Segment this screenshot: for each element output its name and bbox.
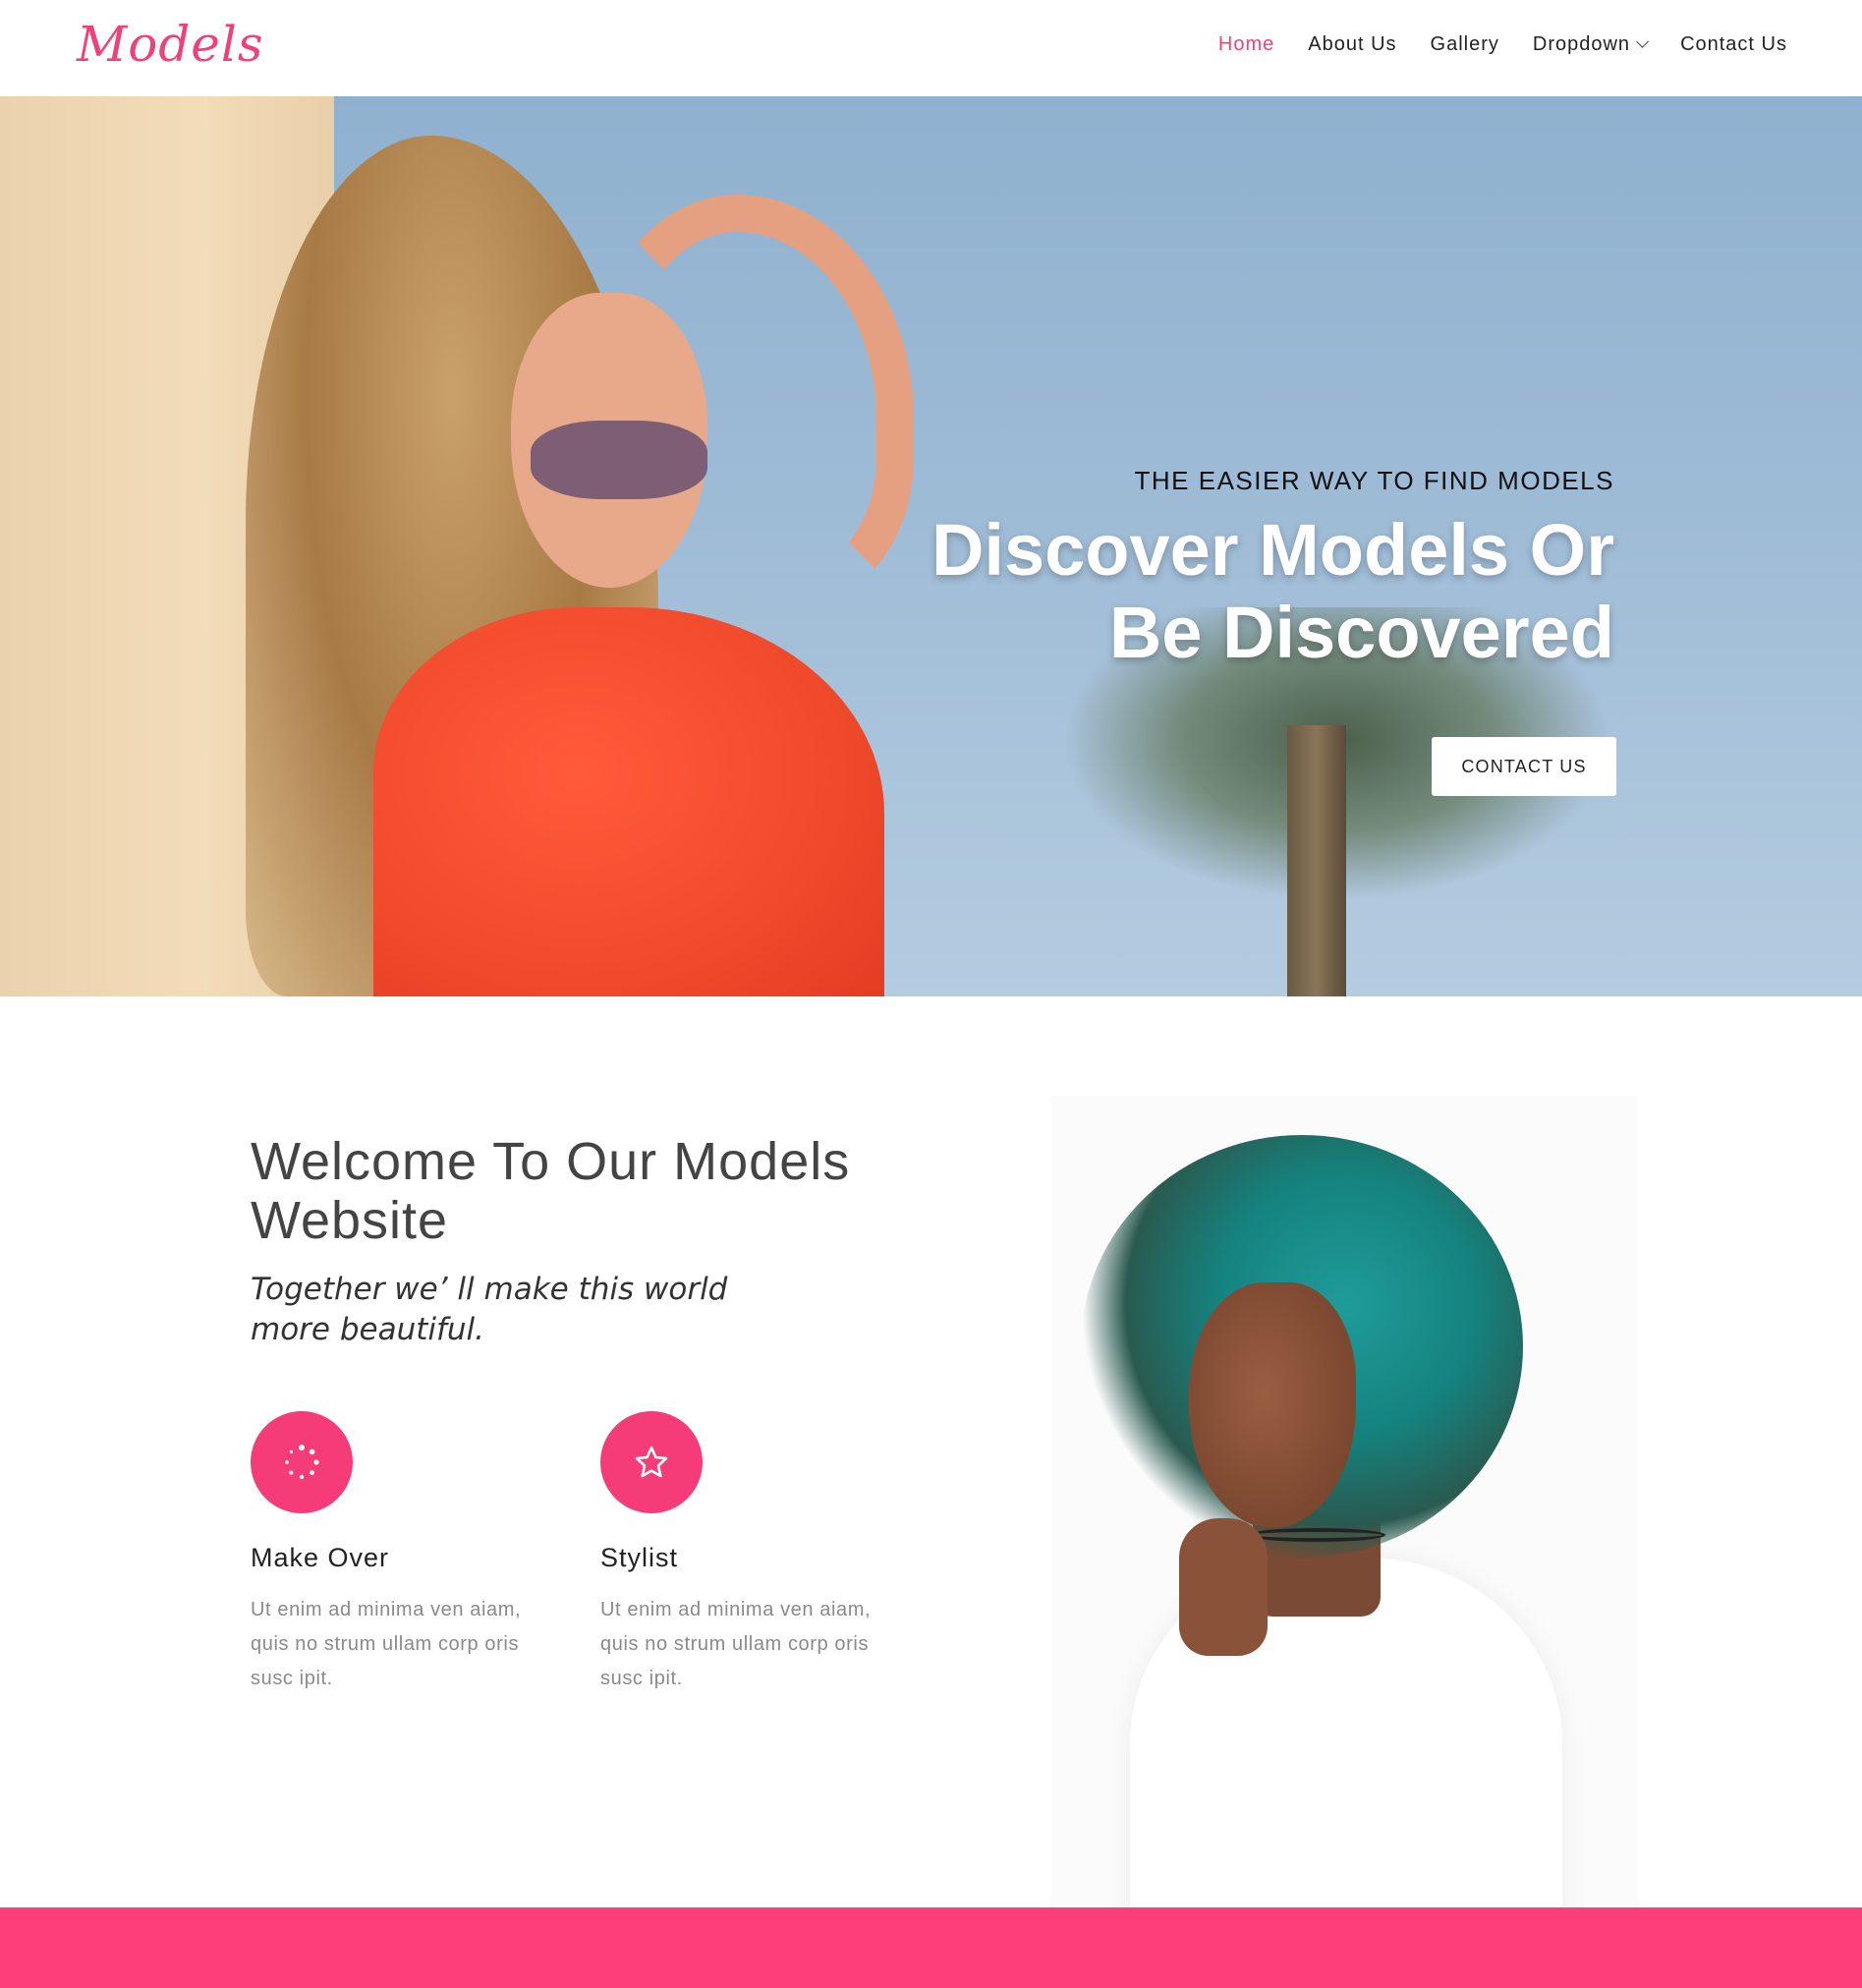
welcome-title: Welcome To Our Models Website <box>251 1132 851 1250</box>
welcome-tagline: Together we’ ll make this world more bea… <box>251 1272 728 1347</box>
nav-dropdown[interactable]: Dropdown <box>1532 33 1649 56</box>
nav-contact-us[interactable]: Contact Us <box>1680 33 1787 56</box>
hero-title-line-2: Be Discovered <box>1108 592 1614 673</box>
footer-banner <box>0 1907 1862 1988</box>
model-portrait-image <box>1051 1096 1637 1907</box>
feature-stylist: Stylist Ut enim ad minima ven aiam, quis… <box>600 1411 915 1696</box>
nav-home[interactable]: Home <box>1218 33 1274 56</box>
feature-title: Stylist <box>600 1543 679 1572</box>
feature-description: Ut enim ad minima ven aiam, quis no stru… <box>600 1599 872 1689</box>
hero-slider: THE EASIER WAY TO FIND MODELS Discover M… <box>0 96 1862 996</box>
feature-make-over: Make Over Ut enim ad minima ven aiam, qu… <box>251 1411 565 1696</box>
feature-icon-circle <box>600 1411 703 1513</box>
nav-about-us[interactable]: About Us <box>1308 33 1396 56</box>
nav-gallery[interactable]: Gallery <box>1431 33 1499 56</box>
hero-subtitle: THE EASIER WAY TO FIND MODELS <box>1134 466 1614 495</box>
feature-title: Make Over <box>251 1543 390 1572</box>
spinner-icon <box>285 1445 319 1480</box>
main-nav: Home About Us Gallery Dropdown Contact U… <box>1185 33 1787 56</box>
star-icon <box>635 1446 668 1478</box>
nav-dropdown-label: Dropdown <box>1532 33 1631 55</box>
site-header: Models Home About Us Gallery Dropdown Co… <box>0 0 1862 96</box>
feature-description: Ut enim ad minima ven aiam, quis no stru… <box>251 1599 522 1689</box>
logo[interactable]: Models <box>77 16 264 73</box>
hero-title-line-1: Discover Models Or <box>931 509 1614 591</box>
chevron-down-icon <box>1636 35 1649 48</box>
feature-icon-circle <box>251 1411 353 1513</box>
contact-us-button[interactable]: CONTACT US <box>1432 737 1616 796</box>
hero-title: Discover Models Or Be Discovered <box>868 509 1614 674</box>
